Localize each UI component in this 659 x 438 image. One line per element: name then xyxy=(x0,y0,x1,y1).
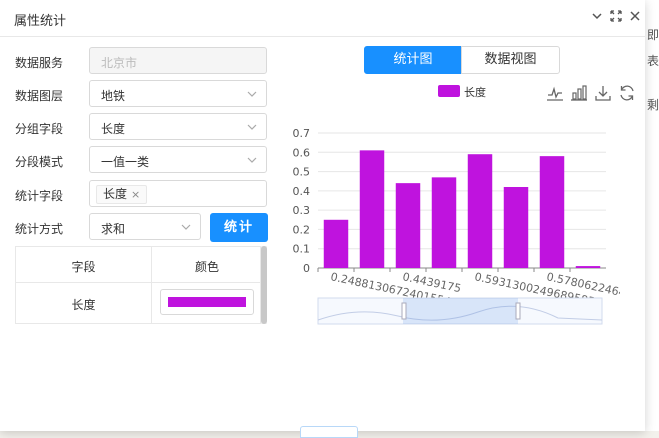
bar xyxy=(431,177,457,268)
stat-field-label: 统计字段 xyxy=(15,189,64,203)
data-service-value: 北京市 xyxy=(101,56,138,70)
bottom-button-partial[interactable] xyxy=(300,426,358,438)
data-service-input: 北京市 xyxy=(89,47,267,74)
data-zoom-window xyxy=(403,298,518,324)
data-layer-label: 数据图层 xyxy=(15,89,64,103)
strip-text-1: 即 xyxy=(647,28,659,42)
y-tick-label: 0.3 xyxy=(293,204,311,217)
y-tick-label: 0.1 xyxy=(293,243,311,256)
statistics-button[interactable]: 统计 xyxy=(210,213,268,242)
bar xyxy=(575,266,601,268)
bar xyxy=(503,187,529,268)
bar xyxy=(323,219,349,268)
tab-chart[interactable]: 统计图 xyxy=(364,46,462,74)
collapse-chevron-icon[interactable] xyxy=(589,9,605,25)
fullscreen-icon[interactable] xyxy=(608,9,624,25)
bar xyxy=(539,156,565,268)
table-row-field: 长度 xyxy=(71,298,96,312)
scrollbar-thumb[interactable] xyxy=(261,246,267,324)
data-layer-value: 地铁 xyxy=(101,89,126,103)
legend-label: 长度 xyxy=(464,86,486,99)
tab-data-view[interactable]: 数据视图 xyxy=(461,46,560,74)
data-zoom-handle-left xyxy=(401,302,407,320)
stat-method-label: 统计方式 xyxy=(15,222,64,236)
stat-method-select[interactable]: 求和 xyxy=(89,213,201,240)
download-icon[interactable] xyxy=(594,84,612,102)
group-field-select[interactable]: 长度 xyxy=(89,113,267,140)
segment-mode-select[interactable]: 一值一类 xyxy=(89,146,267,173)
y-tick-label: 0.6 xyxy=(293,146,311,159)
color-picker[interactable] xyxy=(160,289,254,315)
chevron-down-icon xyxy=(247,124,257,130)
bar xyxy=(467,154,493,268)
table-header-field: 字段 xyxy=(71,260,96,274)
attribute-statistics-dialog: 属性统计 数据服务 北京市 数据图层 地铁 分组字段 长度 分段模式 一值一类 … xyxy=(0,0,645,438)
chevron-down-icon xyxy=(247,91,257,97)
close-icon[interactable] xyxy=(627,9,643,25)
y-tick-label: 0.4 xyxy=(293,185,311,198)
bar-chart: 00.10.20.30.40.50.60.70.2488130672401554… xyxy=(293,127,620,325)
data-service-label: 数据服务 xyxy=(15,56,64,70)
dialog-title: 属性统计 xyxy=(14,14,67,29)
stat-field-tag: 长度 × xyxy=(96,185,148,204)
stat-field-tag-label: 长度 xyxy=(103,187,128,201)
dialog-titlebar[interactable]: 属性统计 xyxy=(0,0,645,37)
y-tick-label: 0.5 xyxy=(293,166,311,179)
strip-text-2: 剩 xyxy=(647,98,659,112)
group-field-label: 分组字段 xyxy=(15,122,64,136)
segment-mode-label: 分段模式 xyxy=(15,155,64,169)
data-zoom-handle-right xyxy=(515,302,521,320)
strip-text-3: 表 xyxy=(647,54,659,68)
table-header-color: 颜色 xyxy=(194,260,219,274)
segment-mode-value: 一值一类 xyxy=(101,155,150,169)
legend-swatch xyxy=(438,85,460,97)
table-scrollbar[interactable] xyxy=(261,246,267,324)
color-swatch xyxy=(168,297,246,307)
stat-field-multiselect[interactable]: 长度 × xyxy=(89,180,267,207)
bar xyxy=(395,183,421,268)
bar xyxy=(359,150,385,268)
line-chart-icon[interactable] xyxy=(546,84,564,102)
refresh-icon[interactable] xyxy=(618,84,636,102)
data-layer-select[interactable]: 地铁 xyxy=(89,80,267,107)
chevron-down-icon xyxy=(247,157,257,163)
field-color-table: 字段 颜色 长度 xyxy=(15,246,261,324)
y-tick-label: 0.2 xyxy=(293,223,311,236)
stat-method-value: 求和 xyxy=(101,222,126,236)
group-field-value: 长度 xyxy=(101,122,126,136)
background-panel-strip: 即 剩 表 xyxy=(645,0,659,431)
y-tick-label: 0 xyxy=(303,262,310,275)
tag-remove-icon[interactable]: × xyxy=(131,188,140,201)
y-tick-label: 0.7 xyxy=(293,127,311,140)
chevron-down-icon xyxy=(181,224,191,230)
bar-chart-icon[interactable] xyxy=(570,84,588,102)
